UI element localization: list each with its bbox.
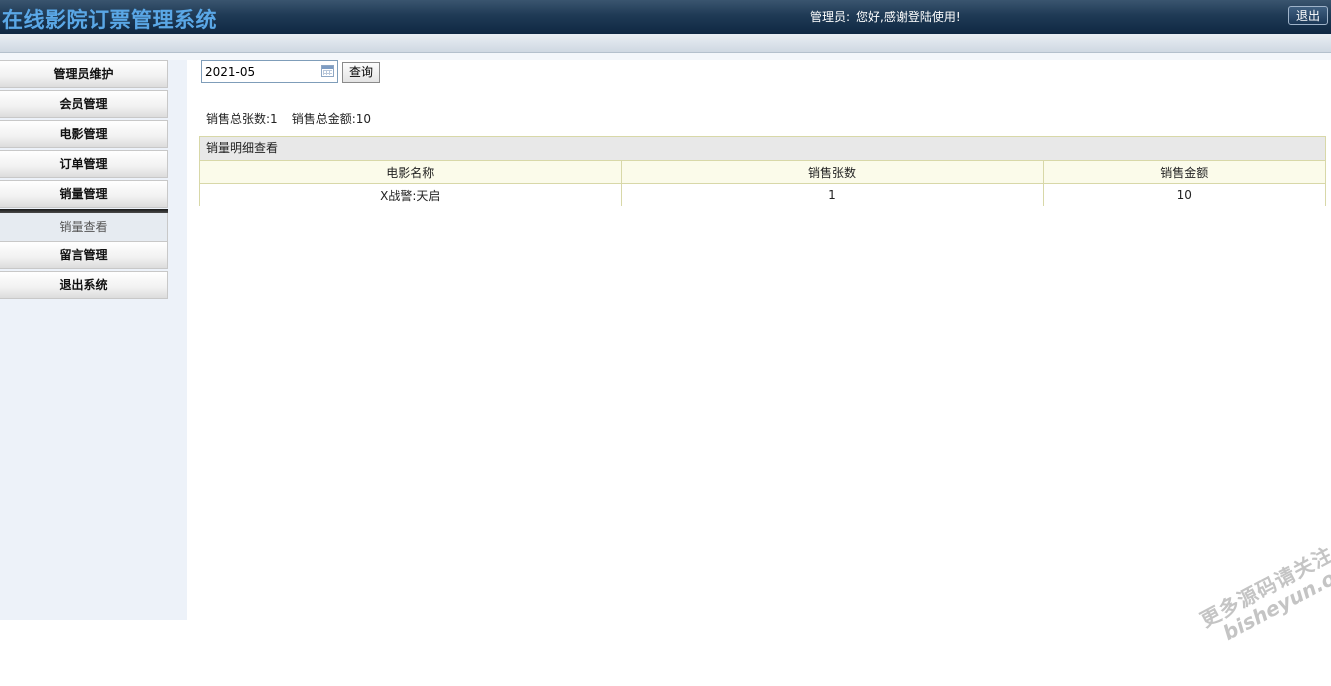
app-title: 在线影院订票管理系统 — [2, 8, 217, 32]
sales-summary: 销售总张数:1 销售总金额:10 — [206, 110, 371, 127]
role-label: 管理员: — [810, 10, 851, 24]
table-row: X战警:天启 1 10 — [200, 183, 1325, 206]
sidebar-item-movie-management[interactable]: 电影管理 — [0, 120, 168, 148]
total-amount-label: 销售总金额: — [291, 112, 356, 126]
cell-sales-amount: 10 — [1043, 183, 1325, 206]
month-input[interactable] — [205, 63, 315, 80]
sales-detail-table: 电影名称 销售张数 销售金额 X战警:天启 1 10 — [200, 161, 1325, 206]
logout-button[interactable]: 退出 — [1288, 6, 1328, 25]
panel-title: 销量明细查看 — [200, 137, 1325, 161]
table-header-row: 电影名称 销售张数 销售金额 — [200, 161, 1325, 184]
main-content: 查询 销售总张数:1销售总金额:10 销量明细查看 电影名称 销售张数 销售金额… — [187, 60, 1331, 620]
query-button[interactable]: 查询 — [342, 62, 380, 83]
month-picker[interactable] — [201, 60, 338, 83]
submenu-item-sales-view[interactable]: 销量查看 — [0, 213, 168, 241]
sidebar-item-member-management[interactable]: 会员管理 — [0, 90, 168, 118]
column-header-movie-name: 电影名称 — [200, 161, 622, 184]
sales-detail-panel: 销量明细查看 电影名称 销售张数 销售金额 X战警:天启 1 10 — [199, 136, 1326, 206]
total-amount-value: 10 — [355, 112, 372, 126]
cell-tickets-sold: 1 — [621, 183, 1044, 206]
sub-toolbar — [0, 34, 1331, 53]
welcome-message: 管理员: 您好,感谢登陆使用! — [810, 8, 961, 25]
top-header: 在线影院订票管理系统 管理员: 您好,感谢登陆使用! 退出 — [0, 0, 1331, 34]
column-header-tickets-sold: 销售张数 — [621, 161, 1044, 184]
sidebar-item-admin-maintenance[interactable]: 管理员维护 — [0, 60, 168, 88]
sidebar-item-sales-management[interactable]: 销量管理 — [0, 180, 168, 208]
total-tickets-value: 1 — [270, 112, 278, 126]
column-header-sales-amount: 销售金额 — [1043, 161, 1325, 184]
sidebar-item-message-management[interactable]: 留言管理 — [0, 241, 168, 269]
total-tickets-label: 销售总张数: — [206, 112, 271, 126]
cell-movie-name: X战警:天启 — [200, 183, 622, 206]
header-strip — [0, 53, 1331, 60]
welcome-text: 您好,感谢登陆使用! — [856, 10, 961, 24]
sidebar-item-exit-system[interactable]: 退出系统 — [0, 271, 168, 299]
calendar-icon[interactable] — [321, 65, 334, 77]
sidebar: 管理员维护 会员管理 电影管理 订单管理 销量管理 销量查看 留言管理 退出系统 — [0, 60, 187, 620]
sidebar-item-order-management[interactable]: 订单管理 — [0, 150, 168, 178]
